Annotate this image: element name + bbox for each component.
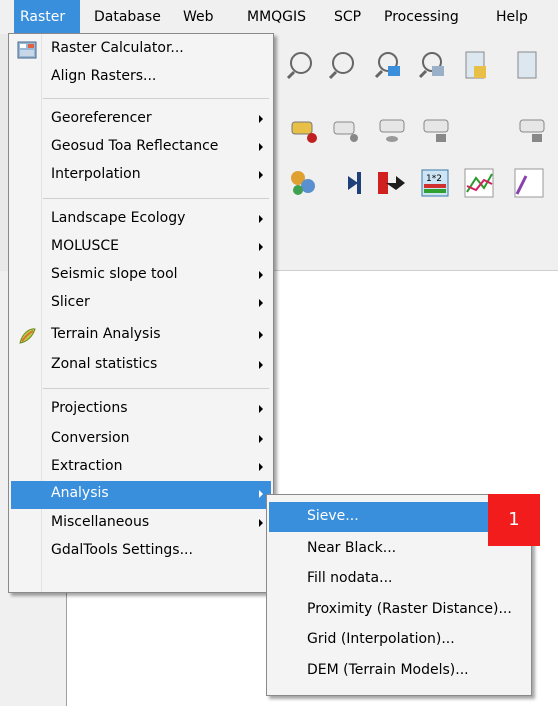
- step-number-badge: 1: [488, 494, 540, 546]
- submenu-arrow-icon: [259, 331, 263, 339]
- menu-item-interpolation[interactable]: Interpolation: [11, 162, 271, 190]
- menu-item-align-rasters[interactable]: Align Rasters...: [11, 64, 271, 92]
- menu-item-slicer[interactable]: Slicer: [11, 290, 271, 318]
- menu-item-label: Projections: [51, 400, 128, 416]
- bookmarks-icon[interactable]: [512, 48, 546, 82]
- menu-item-label: Raster Calculator...: [51, 40, 184, 56]
- submenu-item-grid-interpolation[interactable]: Grid (Interpolation)...: [269, 625, 529, 655]
- submenu-arrow-icon: [259, 519, 263, 527]
- export-arrow-icon[interactable]: [374, 166, 408, 200]
- submenu-item-label: Near Black...: [307, 540, 397, 556]
- spectral-plot-icon[interactable]: [462, 166, 496, 200]
- menu-item-projections[interactable]: Projections: [11, 396, 271, 424]
- menu-item-label: Slicer: [51, 294, 90, 310]
- menu-item-extraction[interactable]: Extraction: [11, 454, 271, 482]
- menu-scp[interactable]: SCP: [334, 0, 361, 34]
- menu-item-geosud-toa-reflectance[interactable]: Geosud Toa Reflectance: [11, 134, 271, 162]
- menu-separator: [43, 388, 269, 389]
- submenu-arrow-icon: [259, 299, 263, 307]
- menu-bar: Raster Database Web MMQGIS SCP Processin…: [0, 0, 558, 35]
- submenu-arrow-icon: [259, 243, 263, 251]
- submenu-item-label: Grid (Interpolation)...: [307, 631, 455, 647]
- menu-item-conversion[interactable]: Conversion: [11, 426, 271, 454]
- menu-item-miscellaneous[interactable]: Miscellaneous: [11, 510, 271, 538]
- terrain-analysis-icon: [19, 328, 36, 344]
- menu-item-label: Terrain Analysis: [51, 326, 161, 342]
- rotate-label-icon[interactable]: [516, 114, 550, 148]
- menu-item-landscape-ecology[interactable]: Landscape Ecology: [11, 206, 271, 234]
- zoom-next-icon[interactable]: [416, 48, 450, 82]
- svg-text:1*2: 1*2: [426, 174, 442, 184]
- submenu-arrow-icon: [259, 171, 263, 179]
- menu-help[interactable]: Help: [496, 0, 528, 34]
- submenu-arrow-icon: [259, 463, 263, 471]
- menu-item-seismic-slope-tool[interactable]: Seismic slope tool: [11, 262, 271, 290]
- submenu-arrow-icon: [259, 215, 263, 223]
- submenu-arrow-icon: [259, 361, 263, 369]
- menu-item-label: Georeferencer: [51, 110, 152, 126]
- move-label-icon[interactable]: [420, 114, 454, 148]
- layer-labeling-icon[interactable]: [288, 114, 322, 148]
- submenu-item-label: Fill nodata...: [307, 570, 393, 586]
- submenu-arrow-icon: [259, 143, 263, 151]
- menu-item-label: Conversion: [51, 430, 130, 446]
- submenu-item-proximity[interactable]: Proximity (Raster Distance)...: [269, 595, 529, 625]
- new-bookmark-icon[interactable]: [460, 48, 494, 82]
- menu-database[interactable]: Database: [94, 0, 161, 34]
- submenu-arrow-icon: [259, 405, 263, 413]
- menu-item-label: Seismic slope tool: [51, 266, 178, 282]
- pin-labels-icon[interactable]: [330, 114, 364, 148]
- menu-item-label: GdalTools Settings...: [51, 542, 193, 558]
- scatter-plot-icon[interactable]: [512, 166, 546, 200]
- submenu-arrow-icon: [259, 490, 263, 498]
- menu-separator: [43, 98, 269, 99]
- menu-processing[interactable]: Processing: [384, 0, 459, 34]
- menu-item-georeferencer[interactable]: Georeferencer: [11, 106, 271, 134]
- menu-item-molusce[interactable]: MOLUSCE: [11, 234, 271, 262]
- submenu-arrow-icon: [259, 435, 263, 443]
- menu-item-label: Geosud Toa Reflectance: [51, 138, 219, 154]
- menu-item-terrain-analysis[interactable]: Terrain Analysis: [11, 322, 271, 350]
- identify-features-icon[interactable]: [326, 48, 360, 82]
- menu-item-gdaltools-settings[interactable]: GdalTools Settings...: [11, 538, 271, 566]
- band-set-icon[interactable]: 1*2: [418, 166, 452, 200]
- menu-web[interactable]: Web: [183, 0, 214, 34]
- menu-item-label: Landscape Ecology: [51, 210, 186, 226]
- submenu-item-label: DEM (Terrain Models)...: [307, 662, 469, 678]
- submenu-item-label: Sieve...: [307, 508, 359, 524]
- raster-calculator-icon: [17, 41, 37, 59]
- raster-menu: Raster Calculator... Align Rasters... Ge…: [8, 33, 274, 593]
- submenu-arrow-icon: [259, 115, 263, 123]
- menu-item-label: Miscellaneous: [51, 514, 150, 530]
- menu-item-label: Interpolation: [51, 166, 141, 182]
- menu-item-zonal-statistics[interactable]: Zonal statistics: [11, 352, 271, 380]
- menu-item-label: MOLUSCE: [51, 238, 119, 254]
- menu-item-label: Extraction: [51, 458, 123, 474]
- import-arrow-icon[interactable]: [330, 166, 364, 200]
- zoom-last-icon[interactable]: [372, 48, 406, 82]
- show-hide-labels-icon[interactable]: [376, 114, 410, 148]
- menu-item-label: Analysis: [51, 485, 109, 501]
- submenu-arrow-icon: [259, 271, 263, 279]
- submenu-item-label: Proximity (Raster Distance)...: [307, 601, 512, 617]
- menu-item-raster-calculator[interactable]: Raster Calculator...: [11, 36, 271, 64]
- menu-mmqgis[interactable]: MMQGIS: [247, 0, 306, 34]
- menu-separator: [43, 198, 269, 199]
- plugin-mosaic-icon[interactable]: [286, 166, 320, 200]
- menu-item-label: Zonal statistics: [51, 356, 158, 372]
- pan-map-icon[interactable]: [284, 48, 318, 82]
- menu-item-analysis[interactable]: Analysis: [11, 481, 271, 509]
- submenu-item-fill-nodata[interactable]: Fill nodata...: [269, 564, 529, 594]
- menu-raster[interactable]: Raster: [14, 0, 80, 34]
- menu-item-label: Align Rasters...: [51, 68, 157, 84]
- submenu-item-dem-terrain-models[interactable]: DEM (Terrain Models)...: [269, 656, 529, 686]
